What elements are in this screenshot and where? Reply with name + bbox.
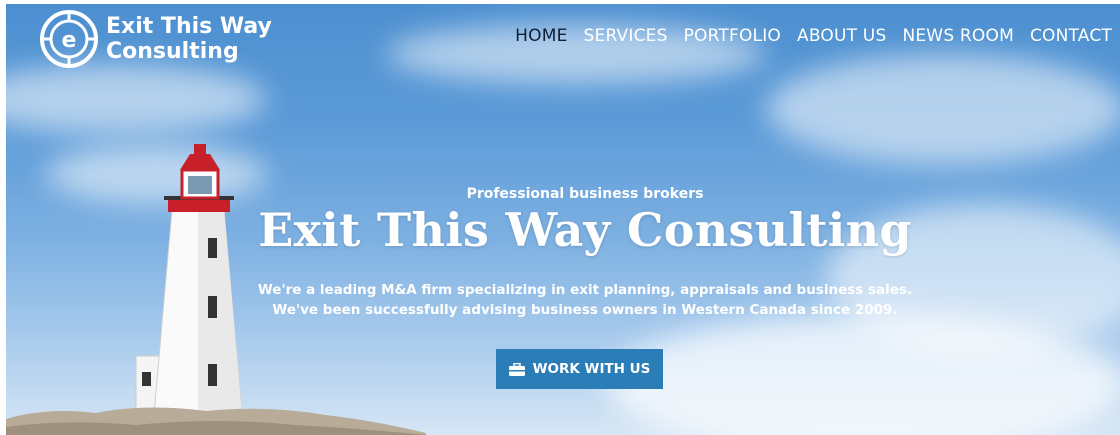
hero-section: e Exit This Way Consulting HOME SERVICES…: [6, 4, 1120, 435]
top-navigation-bar: e Exit This Way Consulting HOME SERVICES…: [6, 4, 1120, 76]
work-with-us-button[interactable]: WORK WITH US: [496, 349, 663, 389]
svg-text:e: e: [62, 28, 77, 53]
nav-services[interactable]: SERVICES: [584, 26, 668, 46]
brand-name: Exit This Way Consulting: [106, 14, 272, 64]
nav-about-us[interactable]: ABOUT US: [797, 26, 886, 46]
rocks-image: [6, 407, 426, 435]
compass-e-icon: e: [40, 10, 98, 68]
hero-description-line1: We're a leading M&A firm specializing in…: [257, 282, 913, 298]
work-with-us-label: WORK WITH US: [532, 361, 651, 377]
brand-logo[interactable]: e Exit This Way Consulting: [40, 10, 272, 68]
briefcase-icon: [508, 362, 525, 376]
brand-name-line2: Consulting: [106, 39, 239, 64]
hero-description: We're a leading M&A firm specializing in…: [256, 280, 914, 320]
hero-eyebrow: Professional business brokers: [466, 186, 704, 202]
hero-description-line2: We've been successfully advising busines…: [272, 302, 898, 318]
nav-home[interactable]: HOME: [515, 26, 567, 46]
lighthouse-image: [135, 144, 243, 415]
hero-title: Exit This Way Consulting: [258, 203, 912, 257]
nav-news-room[interactable]: NEWS ROOM: [902, 26, 1014, 46]
nav-contact[interactable]: CONTACT: [1030, 26, 1112, 46]
brand-name-line1: Exit This Way: [106, 14, 272, 39]
cloud: [606, 314, 1120, 435]
hero-content: Professional business brokers Exit This …: [256, 184, 914, 320]
main-nav: HOME SERVICES PORTFOLIO ABOUT US NEWS RO…: [515, 26, 1112, 46]
nav-portfolio[interactable]: PORTFOLIO: [684, 26, 781, 46]
